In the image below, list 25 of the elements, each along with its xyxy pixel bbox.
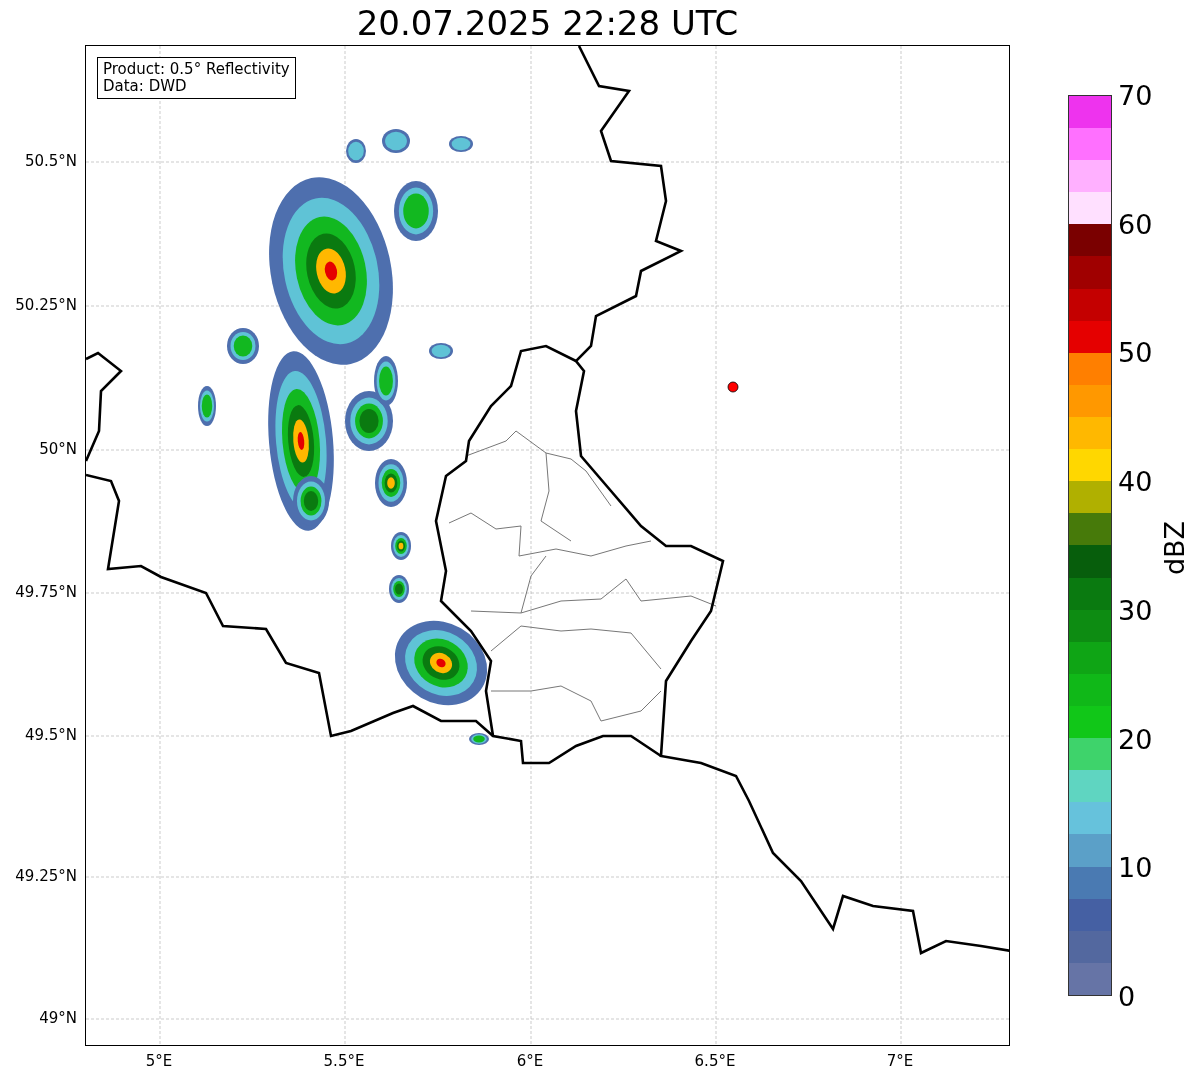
scale-axis-label: dBZ (1159, 520, 1192, 576)
scale-tick-label: 20 (1118, 723, 1153, 755)
longitude-label: 7°E (886, 1052, 914, 1070)
scale-tick-label: 50 (1118, 336, 1153, 368)
longitude-label: 5°E (145, 1052, 173, 1070)
legend-text: Data: DWD (103, 78, 188, 95)
scale-tick-label: 70 (1118, 79, 1153, 111)
location-marker (727, 381, 739, 393)
latitude-label: 49.75°N (15, 583, 77, 601)
latitude-label: 49.5°N (24, 726, 77, 744)
latitude-label: 50.25°N (15, 296, 77, 314)
latitude-label: 50°N (39, 440, 77, 458)
longitude-label: 6°E (516, 1052, 544, 1070)
scale-tick-label: 30 (1118, 594, 1153, 626)
latitude-label: 49.25°N (15, 867, 77, 885)
scale-tick-label: 60 (1118, 208, 1153, 240)
legend-text: Product: 0.5° Reflectivity (103, 61, 290, 78)
longitude-label: 5.5°E (323, 1052, 365, 1070)
scale-tick-label: 0 (1118, 980, 1136, 1012)
latitude-label: 50.5°N (24, 152, 77, 170)
scale-tick-label: 40 (1118, 465, 1153, 497)
latitude-label: 49°N (39, 1009, 77, 1027)
chart-title: 20.07.2025 22:28 UTC (356, 3, 739, 45)
scale-tick-label: 10 (1118, 851, 1153, 883)
longitude-label: 6.5°E (694, 1052, 736, 1070)
